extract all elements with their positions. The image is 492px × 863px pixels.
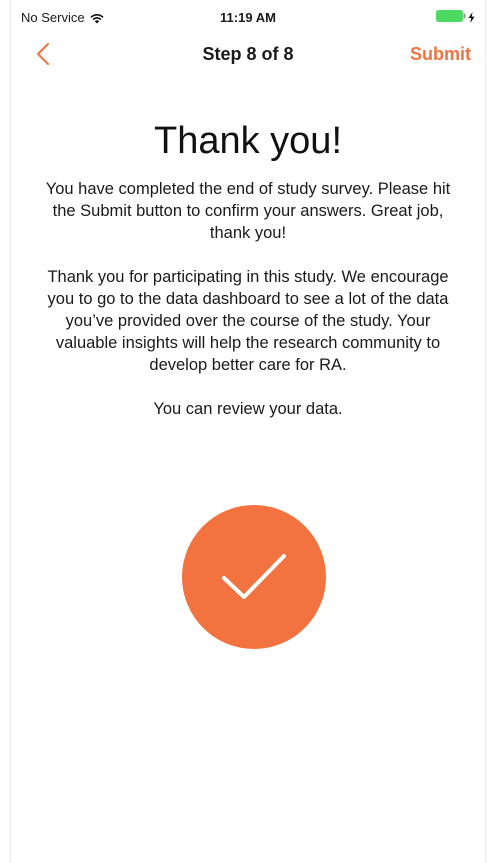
status-bar: No Service 11:19 AM	[11, 0, 485, 34]
page-title: Thank you!	[154, 120, 342, 162]
completion-message: You have completed the end of study surv…	[45, 180, 451, 242]
bolt-icon	[468, 11, 475, 23]
review-data-message: You can review your data.	[153, 400, 343, 418]
battery-icon	[436, 10, 466, 22]
screen: No Service 11:19 AM Step 8 of 8 Submit T…	[10, 0, 486, 863]
status-right	[436, 10, 475, 23]
thank-you-message: Thank you for participating in this stud…	[47, 268, 449, 374]
navigation-bar: Step 8 of 8 Submit	[11, 34, 485, 76]
submit-button[interactable]: Submit	[410, 44, 471, 65]
status-time: 11:19 AM	[220, 10, 276, 25]
completion-check-badge	[182, 505, 326, 649]
checkmark-icon	[222, 554, 286, 599]
completion-content: Thank you! You have completed the end of…	[33, 118, 463, 442]
